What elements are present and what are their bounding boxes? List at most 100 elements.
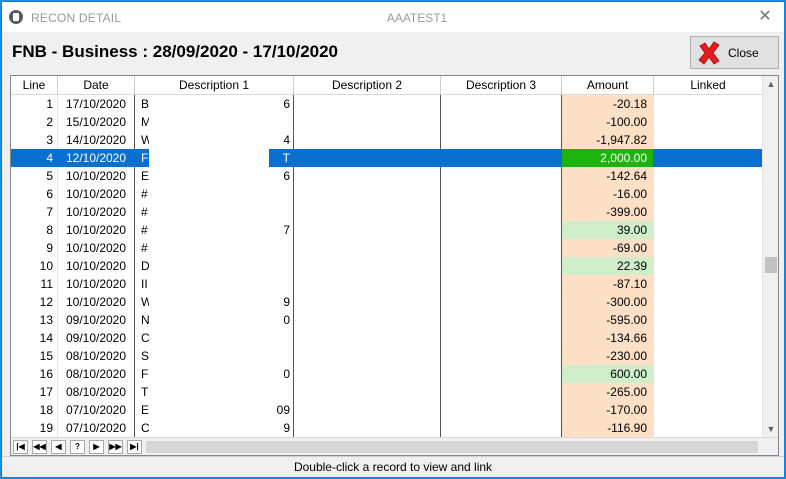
first-record-icon[interactable]: |◀ xyxy=(13,440,28,454)
table-row[interactable]: 2 15/10/2020 M -100.00 xyxy=(11,113,763,131)
description-1-visible: # xyxy=(141,205,148,219)
cell-linked xyxy=(654,419,763,437)
cell-linked xyxy=(654,113,763,131)
next-page-icon[interactable]: ▶▶ xyxy=(108,440,123,454)
table-row[interactable]: 8 10/10/2020 #7 39.00 xyxy=(11,221,763,239)
cell-description-2 xyxy=(294,221,441,239)
description-1-tail: 6 xyxy=(283,169,290,183)
cell-description-2 xyxy=(294,203,441,221)
description-1-visible: # xyxy=(141,241,148,255)
cell-line: 18 xyxy=(11,401,58,419)
cell-description-2 xyxy=(294,365,441,383)
cell-amount: 39.00 xyxy=(562,221,654,239)
window-close-icon[interactable]: ✕ xyxy=(756,8,774,26)
table-row[interactable]: 19 07/10/2020 C 9 -116.90 xyxy=(11,419,763,437)
column-header-line[interactable]: Line xyxy=(11,76,58,95)
description-1-visible: II xyxy=(141,277,148,291)
title-bar[interactable]: RECON DETAIL AAATEST1 ✕ xyxy=(2,2,784,32)
description-1-tail: 6 xyxy=(283,97,290,111)
close-button[interactable]: Close xyxy=(690,36,779,69)
redaction-mask xyxy=(149,293,269,311)
table-row[interactable]: 14 09/10/2020 C -134.66 xyxy=(11,329,763,347)
cell-amount: -142.64 xyxy=(562,167,654,185)
table-row[interactable]: 13 09/10/2020 N 0 -595.00 xyxy=(11,311,763,329)
cell-amount: -16.00 xyxy=(562,185,654,203)
cell-linked xyxy=(654,329,763,347)
scroll-down-icon[interactable]: ▼ xyxy=(763,421,779,437)
description-1-tail: 7 xyxy=(283,223,290,237)
column-header-description-2[interactable]: Description 2 xyxy=(294,76,441,95)
cell-description-1: S xyxy=(135,347,294,365)
column-header-amount[interactable]: Amount xyxy=(562,76,654,95)
vertical-scrollbar[interactable]: ▲ ▼ xyxy=(762,76,778,437)
table-row[interactable]: 17 08/10/2020 T -265.00 xyxy=(11,383,763,401)
cell-description-1: # xyxy=(135,203,294,221)
table-row[interactable]: 15 08/10/2020 S -230.00 xyxy=(11,347,763,365)
previous-page-icon[interactable]: ◀◀ xyxy=(32,440,47,454)
column-header-linked[interactable]: Linked xyxy=(654,76,763,95)
cell-linked xyxy=(654,185,763,203)
cell-description-1: M xyxy=(135,113,294,131)
cell-description-3 xyxy=(441,131,562,149)
cell-linked xyxy=(654,311,763,329)
table-row[interactable]: 7 10/10/2020 # -399.00 xyxy=(11,203,763,221)
column-header-date[interactable]: Date xyxy=(58,76,135,95)
cell-description-3 xyxy=(441,239,562,257)
red-x-icon xyxy=(698,40,720,65)
table-row[interactable]: 11 10/10/2020 II -87.10 xyxy=(11,275,763,293)
cell-linked xyxy=(654,257,763,275)
last-record-icon[interactable]: ▶| xyxy=(127,440,142,454)
table-row[interactable]: 9 10/10/2020 # -69.00 xyxy=(11,239,763,257)
description-1-visible: S xyxy=(141,349,150,363)
table-row[interactable]: 4 12/10/2020 F T 2,000.00 xyxy=(11,149,763,167)
table-row[interactable]: 16 08/10/2020 F 0 600.00 xyxy=(11,365,763,383)
table-row[interactable]: 3 14/10/2020 W 4 -1,947.82 xyxy=(11,131,763,149)
table-row[interactable]: 18 07/10/2020 E 09 -170.00 xyxy=(11,401,763,419)
cell-date: 10/10/2020 xyxy=(58,167,135,185)
recon-grid[interactable]: Line Date Description 1 Description 2 De… xyxy=(10,75,779,456)
grid-header: Line Date Description 1 Description 2 De… xyxy=(11,76,763,95)
table-row[interactable]: 5 10/10/2020 E 6 -142.64 xyxy=(11,167,763,185)
cell-description-3 xyxy=(441,419,562,437)
cell-line: 10 xyxy=(11,257,58,275)
horizontal-scrollbar[interactable] xyxy=(146,441,758,453)
cell-description-3 xyxy=(441,329,562,347)
cell-date: 10/10/2020 xyxy=(58,257,135,275)
table-row[interactable]: 12 10/10/2020 W 9 -300.00 xyxy=(11,293,763,311)
cell-description-2 xyxy=(294,293,441,311)
table-row[interactable]: 10 10/10/2020 D 22.39 xyxy=(11,257,763,275)
next-record-icon[interactable]: ▶ xyxy=(89,440,104,454)
table-row[interactable]: 1 17/10/2020 B 6 -20.18 xyxy=(11,95,763,113)
redaction-mask xyxy=(149,239,269,257)
redaction-mask xyxy=(149,275,269,293)
cell-line: 16 xyxy=(11,365,58,383)
cell-description-3 xyxy=(441,275,562,293)
cell-description-3 xyxy=(441,311,562,329)
cell-linked xyxy=(654,365,763,383)
description-1-tail: 0 xyxy=(283,367,290,381)
table-row[interactable]: 6 10/10/2020 # -16.00 xyxy=(11,185,763,203)
page-title: FNB - Business : 28/09/2020 - 17/10/2020 xyxy=(12,42,339,61)
redaction-mask xyxy=(149,401,269,419)
cell-line: 7 xyxy=(11,203,58,221)
cell-description-2 xyxy=(294,185,441,203)
redaction-mask xyxy=(149,113,269,131)
previous-record-icon[interactable]: ◀ xyxy=(51,440,66,454)
cell-date: 10/10/2020 xyxy=(58,293,135,311)
help-icon[interactable]: ? xyxy=(70,440,85,454)
cell-line: 14 xyxy=(11,329,58,347)
description-1-visible: B xyxy=(141,97,150,111)
column-header-description-1[interactable]: Description 1 xyxy=(135,76,294,95)
scroll-thumb[interactable] xyxy=(765,257,777,273)
column-header-description-3[interactable]: Description 3 xyxy=(441,76,562,95)
cell-description-1: T xyxy=(135,383,294,401)
scroll-up-icon[interactable]: ▲ xyxy=(763,76,779,92)
description-1-visible: T xyxy=(141,385,149,399)
cell-amount: -230.00 xyxy=(562,347,654,365)
cell-date: 10/10/2020 xyxy=(58,275,135,293)
cell-line: 5 xyxy=(11,167,58,185)
cell-date: 10/10/2020 xyxy=(58,185,135,203)
cell-date: 17/10/2020 xyxy=(58,95,135,113)
cell-linked xyxy=(654,149,763,167)
cell-linked xyxy=(654,239,763,257)
